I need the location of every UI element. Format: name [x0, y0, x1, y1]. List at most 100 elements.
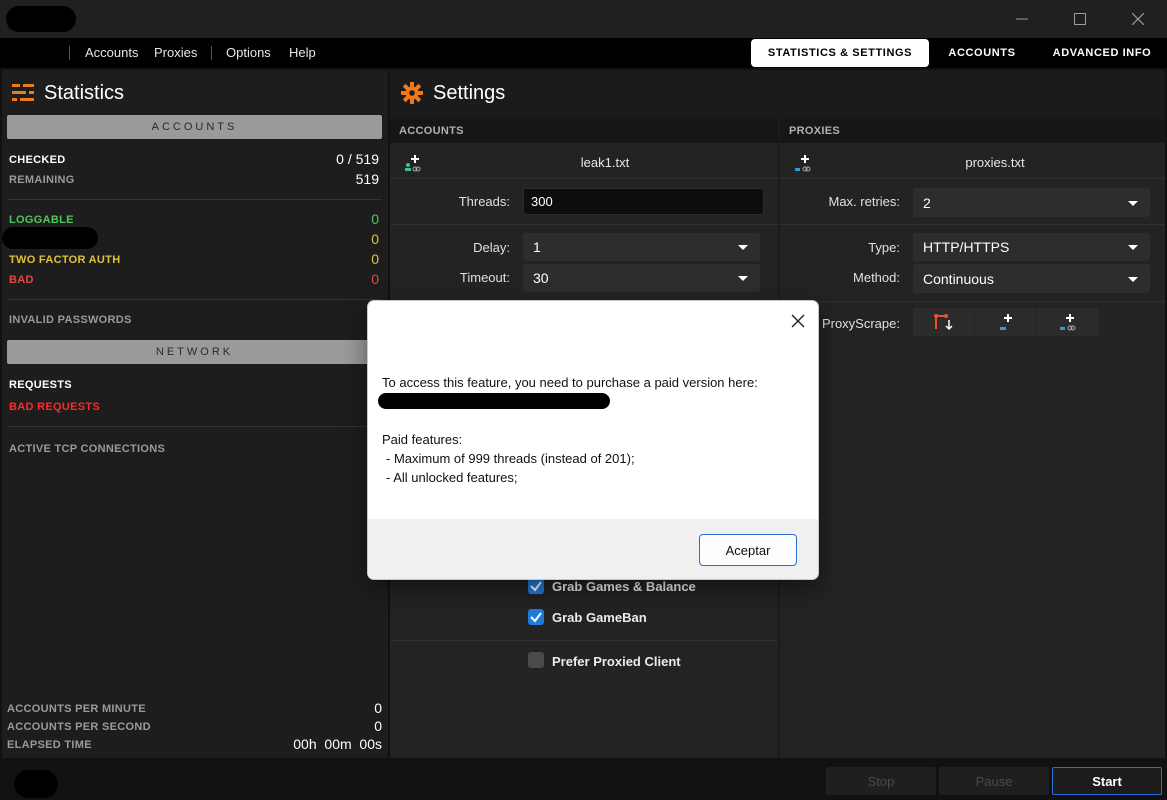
- delay-select[interactable]: 1: [523, 233, 760, 261]
- menu-separator: [211, 46, 212, 60]
- divider: [7, 199, 382, 200]
- divider: [780, 178, 1165, 179]
- two-factor-label: TWO FACTOR AUTH: [9, 254, 121, 266]
- menu-help[interactable]: Help: [289, 45, 316, 60]
- bad-requests-label: BAD REQUESTS: [9, 401, 100, 413]
- max-retries-label: Max. retries:: [828, 194, 900, 209]
- settings-title: Settings: [433, 81, 506, 104]
- proxyscrape-add-list-button[interactable]: [1037, 308, 1099, 336]
- minimize-button[interactable]: [993, 0, 1051, 38]
- threads-input[interactable]: 300: [523, 188, 764, 215]
- close-icon: [1132, 13, 1144, 25]
- grab-games-label: Grab Games & Balance: [552, 579, 696, 594]
- menu-accounts[interactable]: Accounts: [85, 45, 138, 60]
- proxy-type-select[interactable]: HTTP/HTTPS: [913, 233, 1150, 261]
- statistics-title: Statistics: [44, 81, 125, 104]
- gear-icon: [401, 82, 423, 104]
- menu-proxies[interactable]: Proxies: [154, 45, 197, 60]
- stop-button[interactable]: Stop: [826, 767, 936, 795]
- maximize-button[interactable]: [1051, 0, 1109, 38]
- elapsed-time-value: 00h 00m 00s: [293, 736, 382, 752]
- proxy-method-label: Method:: [853, 270, 900, 285]
- timeout-select[interactable]: 30: [523, 264, 760, 292]
- delay-select-value: 1: [533, 239, 541, 255]
- add-accounts-icon[interactable]: [404, 154, 422, 172]
- checkmark-icon: [530, 581, 542, 592]
- menu-options[interactable]: Options: [226, 45, 271, 60]
- invalid-passwords-label: INVALID PASSWORDS: [9, 314, 132, 326]
- active-tcp-label: ACTIVE TCP CONNECTIONS: [9, 443, 166, 455]
- loggable-label: LOGGABLE: [9, 214, 74, 226]
- accounts-settings-header: ACCOUNTS: [390, 119, 778, 143]
- chevron-down-icon: [738, 276, 748, 281]
- accept-button[interactable]: Aceptar: [699, 534, 797, 566]
- proxyscrape-add-button[interactable]: [975, 308, 1036, 336]
- start-button[interactable]: Start: [1052, 767, 1162, 795]
- accounts-section-bar: ACCOUNTS: [7, 115, 382, 139]
- remaining-value: 519: [355, 171, 379, 187]
- menu-separator: [69, 46, 70, 60]
- loggable-value: 0: [371, 211, 379, 227]
- grab-games-checkbox[interactable]: [528, 578, 544, 594]
- add-proxy-icon: [999, 314, 1012, 330]
- pause-button[interactable]: Pause: [939, 767, 1049, 795]
- network-section-bar: NETWORK: [7, 340, 382, 364]
- checked-label: CHECKED: [9, 154, 66, 166]
- timeout-select-value: 30: [533, 270, 549, 286]
- remaining-label: REMAINING: [9, 174, 75, 186]
- divider: [780, 301, 1165, 302]
- divider: [390, 224, 778, 225]
- redacted-stat-value: 0: [371, 231, 379, 247]
- dialog-paid-features-heading: Paid features:: [382, 432, 463, 447]
- dialog-message: To access this feature, you need to purc…: [382, 375, 758, 390]
- chevron-down-icon: [1128, 245, 1138, 250]
- chevron-down-icon: [738, 245, 748, 250]
- checkmark-icon: [530, 612, 542, 623]
- divider: [7, 299, 382, 300]
- proxy-method-select-value: Continuous: [923, 270, 994, 287]
- max-retries-select[interactable]: 2: [913, 188, 1150, 217]
- add-proxies-icon[interactable]: [794, 154, 812, 172]
- timeout-label: Timeout:: [459, 270, 510, 285]
- scrape-download-icon: [933, 314, 953, 331]
- divider: [390, 178, 778, 179]
- redacted-corner: [14, 770, 58, 798]
- minimize-icon: [1016, 18, 1028, 20]
- proxies-settings-header: PROXIES: [780, 119, 1165, 143]
- maximize-icon: [1074, 13, 1086, 25]
- chevron-down-icon: [1128, 200, 1138, 206]
- delay-label: Delay:: [473, 240, 510, 255]
- accounts-per-minute-label: ACCOUNTS PER MINUTE: [7, 703, 146, 715]
- tab-advanced-info[interactable]: ADVANCED INFO: [1040, 39, 1164, 67]
- grab-gameban-checkbox[interactable]: [528, 609, 544, 625]
- statistics-icon: [12, 84, 34, 101]
- close-icon[interactable]: [788, 311, 808, 331]
- prefer-proxied-checkbox[interactable]: [528, 652, 544, 668]
- proxy-method-select[interactable]: Continuous: [913, 264, 1150, 293]
- divider: [780, 224, 1165, 225]
- divider: [390, 640, 778, 641]
- bad-value: 0: [371, 271, 379, 287]
- close-window-button[interactable]: [1109, 0, 1167, 38]
- two-factor-value: 0: [371, 251, 379, 267]
- prefer-proxied-label: Prefer Proxied Client: [552, 654, 681, 669]
- redacted-app-title: [6, 6, 76, 32]
- statistics-header: Statistics: [12, 80, 124, 106]
- menu-bar: Accounts Proxies Options Help STATISTICS…: [0, 38, 1167, 68]
- add-proxy-list-icon: [1060, 314, 1076, 331]
- accounts-file-name: leak1.txt: [580, 155, 630, 170]
- paid-version-dialog: To access this feature, you need to purc…: [367, 300, 819, 580]
- accounts-per-second-label: ACCOUNTS PER SECOND: [7, 721, 151, 733]
- tab-accounts[interactable]: ACCOUNTS: [937, 39, 1027, 67]
- threads-label: Threads:: [458, 194, 510, 209]
- accounts-per-minute-value: 0: [374, 700, 382, 716]
- dialog-feature-item: - Maximum of 999 threads (instead of 201…: [386, 451, 635, 466]
- settings-header: Settings: [401, 80, 505, 106]
- accounts-per-second-value: 0: [374, 718, 382, 734]
- divider: [7, 426, 382, 427]
- proxyscrape-fetch-button[interactable]: [913, 308, 974, 336]
- bad-label: BAD: [9, 274, 34, 286]
- threads-input-value: 300: [531, 194, 553, 209]
- tab-statistics-settings[interactable]: STATISTICS & SETTINGS: [751, 39, 929, 67]
- redacted-link: [378, 393, 610, 409]
